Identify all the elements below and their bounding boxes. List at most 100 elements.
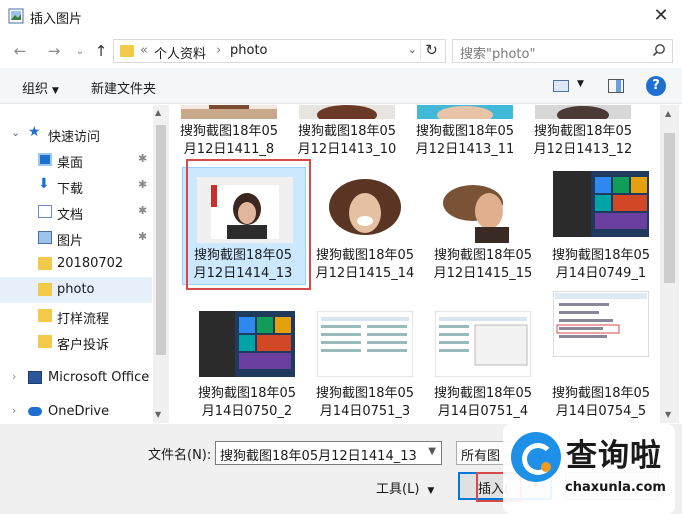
watermark: 查询啦 chaxunla.com <box>503 424 675 514</box>
refresh-button[interactable]: ↻ <box>420 41 442 61</box>
address-bar[interactable]: « 个人资料 › photo ⌄ ↻ <box>113 39 446 63</box>
pin-icon: ✱ <box>138 230 148 243</box>
address-dropdown-button[interactable]: ⌄ <box>408 43 417 56</box>
command-bar: 组织 ▼ 新建文件夹 ▼ ? <box>0 68 682 104</box>
file-item[interactable]: 搜狗截图18年05 月12日1413_12 <box>524 105 642 165</box>
file-name-line2: 月14日0754_5 <box>555 404 647 419</box>
file-name-line1: 搜狗截图18年05 <box>433 386 533 401</box>
file-item[interactable]: 搜狗截图18年05 月14日0749_1 <box>542 169 660 287</box>
office-icon <box>28 371 42 384</box>
file-thumbnail <box>553 291 649 357</box>
view-options-chevron-icon[interactable]: ▼ <box>577 79 584 89</box>
sidebar-item-label: 快速访问 <box>48 130 101 145</box>
organize-menu[interactable]: 组织 ▼ <box>22 78 59 97</box>
sidebar-item-proofing[interactable]: 打样流程 <box>0 303 152 329</box>
close-button[interactable]: ✕ <box>646 2 676 30</box>
expand-icon[interactable]: › <box>12 404 16 417</box>
pin-icon: ✱ <box>138 152 148 165</box>
file-item[interactable]: 搜狗截图18年05 月14日0750_2 <box>188 291 306 419</box>
filename-label: 文件名(N): <box>148 448 212 463</box>
new-folder-button[interactable]: 新建文件夹 <box>91 78 156 97</box>
navigation-bar: ← → ⌄ ↑ « 个人资料 › photo ⌄ ↻ 搜索"photo" <box>0 34 682 68</box>
file-item[interactable]: 搜狗截图18年05 月14日0754_5 <box>542 291 660 419</box>
file-name-line1: 搜狗截图18年05 <box>433 248 533 263</box>
sidebar-item-label: 桌面 <box>57 156 84 171</box>
file-thumbnail <box>299 105 395 119</box>
documents-icon <box>38 205 52 218</box>
search-input[interactable]: 搜索"photo" <box>452 39 673 63</box>
forward-button[interactable]: → <box>44 41 64 61</box>
chevron-down-icon: ▼ <box>427 486 435 496</box>
sidebar-scroll-thumb[interactable] <box>156 125 166 355</box>
tools-menu[interactable]: 工具(L) ▼ <box>376 478 434 497</box>
help-button[interactable]: ? <box>646 76 666 96</box>
title-bar: 插入图片 ✕ <box>0 0 682 33</box>
file-grid-scrollbar[interactable]: ▲ ▼ <box>660 105 679 423</box>
sidebar-item-20180702[interactable]: 20180702 <box>0 251 152 277</box>
filename-field[interactable]: 搜狗截图18年05月12日1414_13 ▼ <box>215 441 442 465</box>
file-name-line1: 搜狗截图18年05 <box>315 386 415 401</box>
scroll-up-icon[interactable]: ▲ <box>155 108 161 117</box>
file-grid-scroll-thumb[interactable] <box>664 133 675 283</box>
file-name-line1: 搜狗截图18年05 <box>415 124 515 139</box>
breadcrumb-separator[interactable]: › <box>216 43 221 58</box>
file-thumbnail <box>535 105 631 119</box>
breadcrumb-photo[interactable]: photo <box>230 43 268 58</box>
file-name-line1: 搜狗截图18年05 <box>551 386 651 401</box>
organize-label: 组织 <box>22 82 49 97</box>
file-name-line1: 搜狗截图18年05 <box>179 124 279 139</box>
file-item[interactable]: 搜狗截图18年05 月12日1413_11 <box>406 105 524 165</box>
sidebar-item-quick-access[interactable]: ⌄ ★ 快速访问 <box>0 121 152 147</box>
cloud-icon <box>28 407 42 416</box>
sidebar-item-onedrive[interactable]: › OneDrive <box>0 399 152 425</box>
scroll-up-icon[interactable]: ▲ <box>665 109 671 118</box>
change-view-icon[interactable] <box>553 80 569 92</box>
sidebar-item-documents[interactable]: 文档 ✱ <box>0 199 152 225</box>
file-item[interactable]: 搜狗截图18年05 月12日1415_14 <box>306 169 424 287</box>
watermark-url: chaxunla.com <box>565 480 666 495</box>
recent-locations-button[interactable]: ⌄ <box>70 41 90 61</box>
file-name-line2: 月12日1413_12 <box>533 142 633 157</box>
file-thumbnail <box>435 177 531 243</box>
file-thumbnail <box>317 177 413 243</box>
search-icon[interactable] <box>652 43 666 57</box>
file-thumbnail <box>435 311 531 377</box>
file-name-line2: 月12日1415_15 <box>433 266 533 281</box>
scroll-down-icon[interactable]: ▼ <box>155 410 161 419</box>
sidebar-item-desktop[interactable]: 桌面 ✱ <box>0 147 152 173</box>
file-item[interactable]: 搜狗截图18年05 月12日1415_15 <box>424 169 542 287</box>
file-item[interactable]: 搜狗截图18年05 月14日0751_3 <box>306 291 424 419</box>
file-name-line2: 月14日0749_1 <box>555 266 647 281</box>
up-button[interactable]: ↑ <box>91 41 111 61</box>
sidebar-item-pictures[interactable]: 图片 ✱ <box>0 225 152 251</box>
tools-label: 工具(L) <box>376 482 420 497</box>
folder-icon <box>38 309 52 322</box>
watermark-title: 查询啦 <box>566 438 662 474</box>
breadcrumb-personal[interactable]: 个人资料 <box>154 43 206 62</box>
sidebar-item-label: 20180702 <box>57 256 124 271</box>
sidebar-item-label: OneDrive <box>48 404 110 419</box>
breadcrumb-overflow[interactable]: « <box>140 43 148 58</box>
file-name-line2: 月12日1413_10 <box>297 142 397 157</box>
sidebar-item-microsoft-office[interactable]: › Microsoft Office <box>0 365 152 391</box>
preview-pane-icon[interactable] <box>608 79 624 93</box>
file-item[interactable]: 搜狗截图18年05 月14日0751_4 <box>424 291 542 419</box>
file-thumbnail <box>199 311 295 377</box>
scroll-down-icon[interactable]: ▼ <box>665 410 671 419</box>
file-item[interactable]: 搜狗截图18年05 月12日1413_10 <box>288 105 406 165</box>
chevron-down-icon[interactable]: ▼ <box>428 446 436 457</box>
file-name-line1: 搜狗截图18年05 <box>315 248 415 263</box>
collapse-icon[interactable]: ⌄ <box>11 126 20 139</box>
sidebar-item-photo[interactable]: photo <box>0 277 152 303</box>
sidebar-item-downloads[interactable]: ⬇ 下载 ✱ <box>0 173 152 199</box>
file-name-line1: 搜狗截图18年05 <box>551 248 651 263</box>
back-button[interactable]: ← <box>10 41 30 61</box>
sidebar-item-complaints[interactable]: 客户投诉 <box>0 329 152 355</box>
folder-icon <box>38 335 52 348</box>
filename-value: 搜狗截图18年05月12日1414_13 <box>220 449 417 464</box>
insert-picture-icon <box>8 8 24 24</box>
file-name-line2: 月14日0751_4 <box>437 404 529 419</box>
expand-icon[interactable]: › <box>12 370 16 383</box>
folder-icon <box>120 45 134 57</box>
file-item[interactable]: 搜狗截图18年05 月12日1411_8 <box>170 105 288 165</box>
